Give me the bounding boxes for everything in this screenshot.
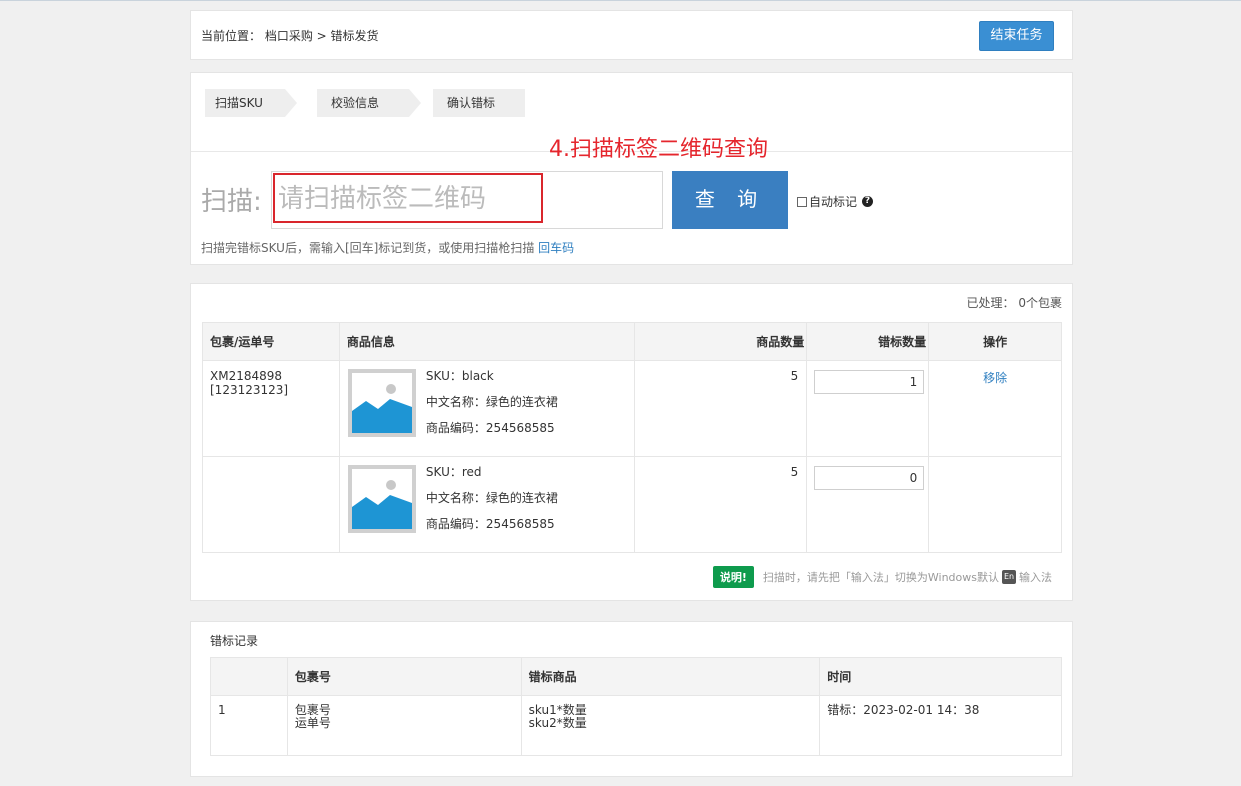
record-tracking-number: 运单号: [294, 716, 331, 730]
package-cell: XM2184898 [123123123]: [202, 360, 340, 457]
product-info-cell: SKU：black 中文名称：绿色的连衣裙 商品编码：254568585: [338, 360, 636, 457]
col-header-index: [210, 657, 288, 696]
step-verify-info: 校验信息: [317, 89, 421, 117]
wrong-quantity-input[interactable]: 0: [814, 466, 925, 490]
step-label: 确认错标: [447, 96, 496, 110]
product-table: 包裹/运单号 商品信息 商品数量 错标数量 操作 XM2184898 [1231…: [202, 322, 1062, 553]
product-details: SKU：red 中文名称：绿色的连衣裙 商品编码：254568585: [426, 459, 558, 537]
operation-cell: 移除: [928, 360, 1062, 457]
product-cn-name: 中文名称：绿色的连衣裙: [425, 491, 558, 505]
product-details: SKU：black 中文名称：绿色的连衣裙 商品编码：254568585: [426, 363, 558, 441]
table-header-row: 包裹号 错标商品 时间: [210, 657, 1062, 696]
wrong-label-records-panel: 错标记录 包裹号 错标商品 时间 1 包裹号 运单号 sku1*数量 sku2*…: [190, 621, 1073, 777]
product-info-cell: SKU：red 中文名称：绿色的连衣裙 商品编码：254568585: [338, 456, 636, 553]
col-header-wrong-goods: 错标商品: [520, 657, 821, 696]
product-cn-name: 中文名称：绿色的连衣裙: [425, 395, 558, 409]
scan-input[interactable]: 请扫描标签二维码: [271, 171, 663, 229]
package-number: XM2184898: [210, 369, 283, 383]
scan-hint: 扫描完错标SKU后，需输入[回车]标记到货，或使用扫描枪扫描 回车码: [201, 239, 574, 256]
enter-code-link[interactable]: 回车码: [538, 241, 574, 255]
wrong-quantity-cell: 0: [806, 456, 930, 553]
top-border-line: [0, 0, 1241, 1]
col-header-wrong-quantity: 错标数量: [806, 322, 930, 361]
record-goods-cell: sku1*数量 sku2*数量: [520, 695, 821, 756]
record-index: 1: [210, 695, 288, 756]
end-task-button[interactable]: 结束任务: [979, 21, 1054, 51]
note-text-suffix: 输入法: [1019, 571, 1052, 584]
auto-mark-toggle[interactable]: 自动标记 ?: [797, 193, 874, 210]
scan-hint-text: 扫描完错标SKU后，需输入[回车]标记到货，或使用扫描枪扫描: [201, 241, 539, 255]
table-row: 1 包裹号 运单号 sku1*数量 sku2*数量 错标：2023-02-01 …: [210, 695, 1062, 756]
english-input-icon: En: [1002, 570, 1016, 584]
product-quantity: 5: [634, 360, 808, 457]
breadcrumb: 当前位置： 档口采购 > 错标发货: [201, 29, 379, 43]
col-header-package: 包裹/运单号: [202, 322, 340, 361]
query-button[interactable]: 查 询: [672, 171, 788, 229]
product-sku: SKU：red: [425, 465, 482, 479]
record-goods-line: sku2*数量: [528, 716, 587, 730]
auto-mark-checkbox[interactable]: [797, 196, 807, 207]
package-cell: [202, 456, 340, 553]
step-scan-sku: 扫描SKU: [205, 89, 297, 117]
product-code: 商品编码：254568585: [425, 517, 555, 531]
product-image-placeholder-icon: [347, 369, 416, 437]
wrong-quantity-input[interactable]: 1: [814, 370, 925, 394]
scan-label: 扫描:: [201, 187, 262, 217]
remove-link[interactable]: 移除: [983, 371, 1007, 385]
help-icon[interactable]: ?: [862, 196, 874, 207]
record-package-cell: 包裹号 运单号: [286, 695, 522, 756]
col-header-product-info: 商品信息: [338, 322, 636, 361]
note-badge: 说明!: [712, 566, 754, 588]
record-time: 错标：2023-02-01 14：38: [819, 695, 1062, 756]
wrong-quantity-cell: 1: [806, 360, 930, 457]
col-header-package: 包裹号: [286, 657, 522, 696]
processed-count: 已处理： 0个包裹: [966, 296, 1062, 310]
breadcrumb-panel: 当前位置： 档口采购 > 错标发货 结束任务: [190, 10, 1073, 60]
col-header-time: 时间: [819, 657, 1062, 696]
col-header-quantity: 商品数量: [634, 322, 808, 361]
operation-cell: [928, 456, 1062, 553]
table-header-row: 包裹/运单号 商品信息 商品数量 错标数量 操作: [202, 322, 1062, 361]
records-table: 包裹号 错标商品 时间 1 包裹号 运单号 sku1*数量 sku2*数量 错标…: [210, 657, 1062, 756]
step-label: 校验信息: [331, 96, 380, 110]
input-method-note: 说明! 扫描时，请先把「输入法」切换为Windows默认 En 输入法: [712, 566, 1052, 588]
records-title: 错标记录: [210, 634, 259, 648]
product-sku: SKU：black: [425, 369, 494, 383]
product-quantity: 5: [634, 456, 808, 553]
tracking-number: [123123123]: [210, 383, 289, 397]
step-confirm-wrong-label: 确认错标: [433, 89, 525, 117]
product-panel: 已处理： 0个包裹 包裹/运单号 商品信息 商品数量 错标数量 操作 XM218…: [190, 283, 1073, 601]
col-header-operation: 操作: [928, 322, 1062, 361]
product-image-placeholder-icon: [347, 465, 416, 533]
product-code: 商品编码：254568585: [425, 421, 555, 435]
annotation-text: 4.扫描标签二维码查询: [549, 137, 768, 162]
table-row: XM2184898 [123123123] SKU：black 中文名称：绿色的…: [202, 360, 1062, 457]
step-label: 扫描SKU: [215, 96, 263, 110]
note-text: 扫描时，请先把「输入法」切换为Windows默认: [762, 571, 999, 584]
auto-mark-label: 自动标记: [809, 195, 858, 209]
scan-panel: 扫描SKU 校验信息 确认错标 4.扫描标签二维码查询 扫描: 请扫描标签二维码…: [190, 72, 1073, 265]
table-row: SKU：red 中文名称：绿色的连衣裙 商品编码：254568585 5 0: [202, 456, 1062, 553]
